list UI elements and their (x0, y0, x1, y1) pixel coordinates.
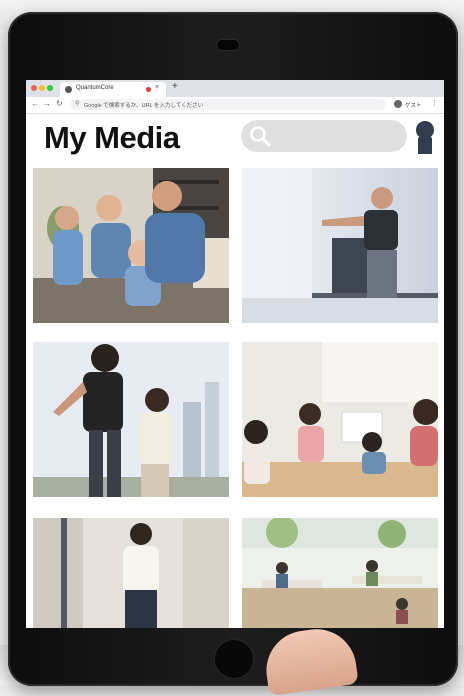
tab-close-icon[interactable]: × (155, 84, 159, 91)
window-minimize-dot[interactable] (39, 85, 45, 91)
user-avatar-icon[interactable] (413, 120, 437, 154)
office-workspace-photo-icon (242, 518, 438, 628)
profile-icon[interactable] (394, 100, 402, 108)
recording-indicator-icon (146, 87, 151, 92)
new-tab-button[interactable]: + (172, 81, 178, 92)
media-tile-gym[interactable] (242, 168, 438, 323)
office-woman-photo-icon (33, 518, 229, 628)
browser-toolbar: ← → ↻ ⚲ Google で検索するか、URL を入力してください ゲスト … (26, 97, 444, 114)
profile-label[interactable]: ゲスト (405, 101, 422, 109)
couple-running-photo-icon (33, 342, 229, 497)
front-camera (217, 40, 239, 50)
browser-tab-bar: QuantumCore × + (26, 80, 444, 97)
favicon-icon (65, 86, 72, 93)
address-placeholder: Google で検索するか、URL を入力してください (84, 103, 204, 109)
family-photo-icon (33, 168, 229, 323)
address-bar[interactable]: ⚲ Google で検索するか、URL を入力してください (70, 99, 386, 110)
media-tile-office-woman[interactable] (33, 518, 229, 628)
gym-treadmill-photo-icon (242, 168, 438, 323)
media-tile-running[interactable] (33, 342, 229, 497)
forward-arrow-icon[interactable]: → (43, 99, 51, 108)
tablet-screen: QuantumCore × + ← → ↻ ⚲ Google で検索するか、UR… (26, 80, 444, 628)
media-tile-family[interactable] (33, 168, 229, 323)
search-input[interactable] (241, 120, 407, 152)
search-small-icon: ⚲ (75, 101, 80, 107)
window-close-dot[interactable] (31, 85, 37, 91)
browser-tab[interactable]: QuantumCore × (60, 82, 166, 97)
home-button[interactable] (213, 638, 255, 680)
reload-icon[interactable]: ↻ (56, 99, 63, 108)
search-icon (250, 126, 271, 147)
page-title: My Media (44, 120, 180, 155)
media-tile-office-space[interactable] (242, 518, 438, 628)
media-tile-classroom[interactable] (242, 342, 438, 497)
browser-menu-icon[interactable]: ⋮ (431, 99, 438, 107)
classroom-children-photo-icon (242, 342, 438, 497)
back-arrow-icon[interactable]: ← (31, 99, 39, 108)
tab-title: QuantumCore (76, 85, 114, 91)
window-zoom-dot[interactable] (47, 85, 53, 91)
